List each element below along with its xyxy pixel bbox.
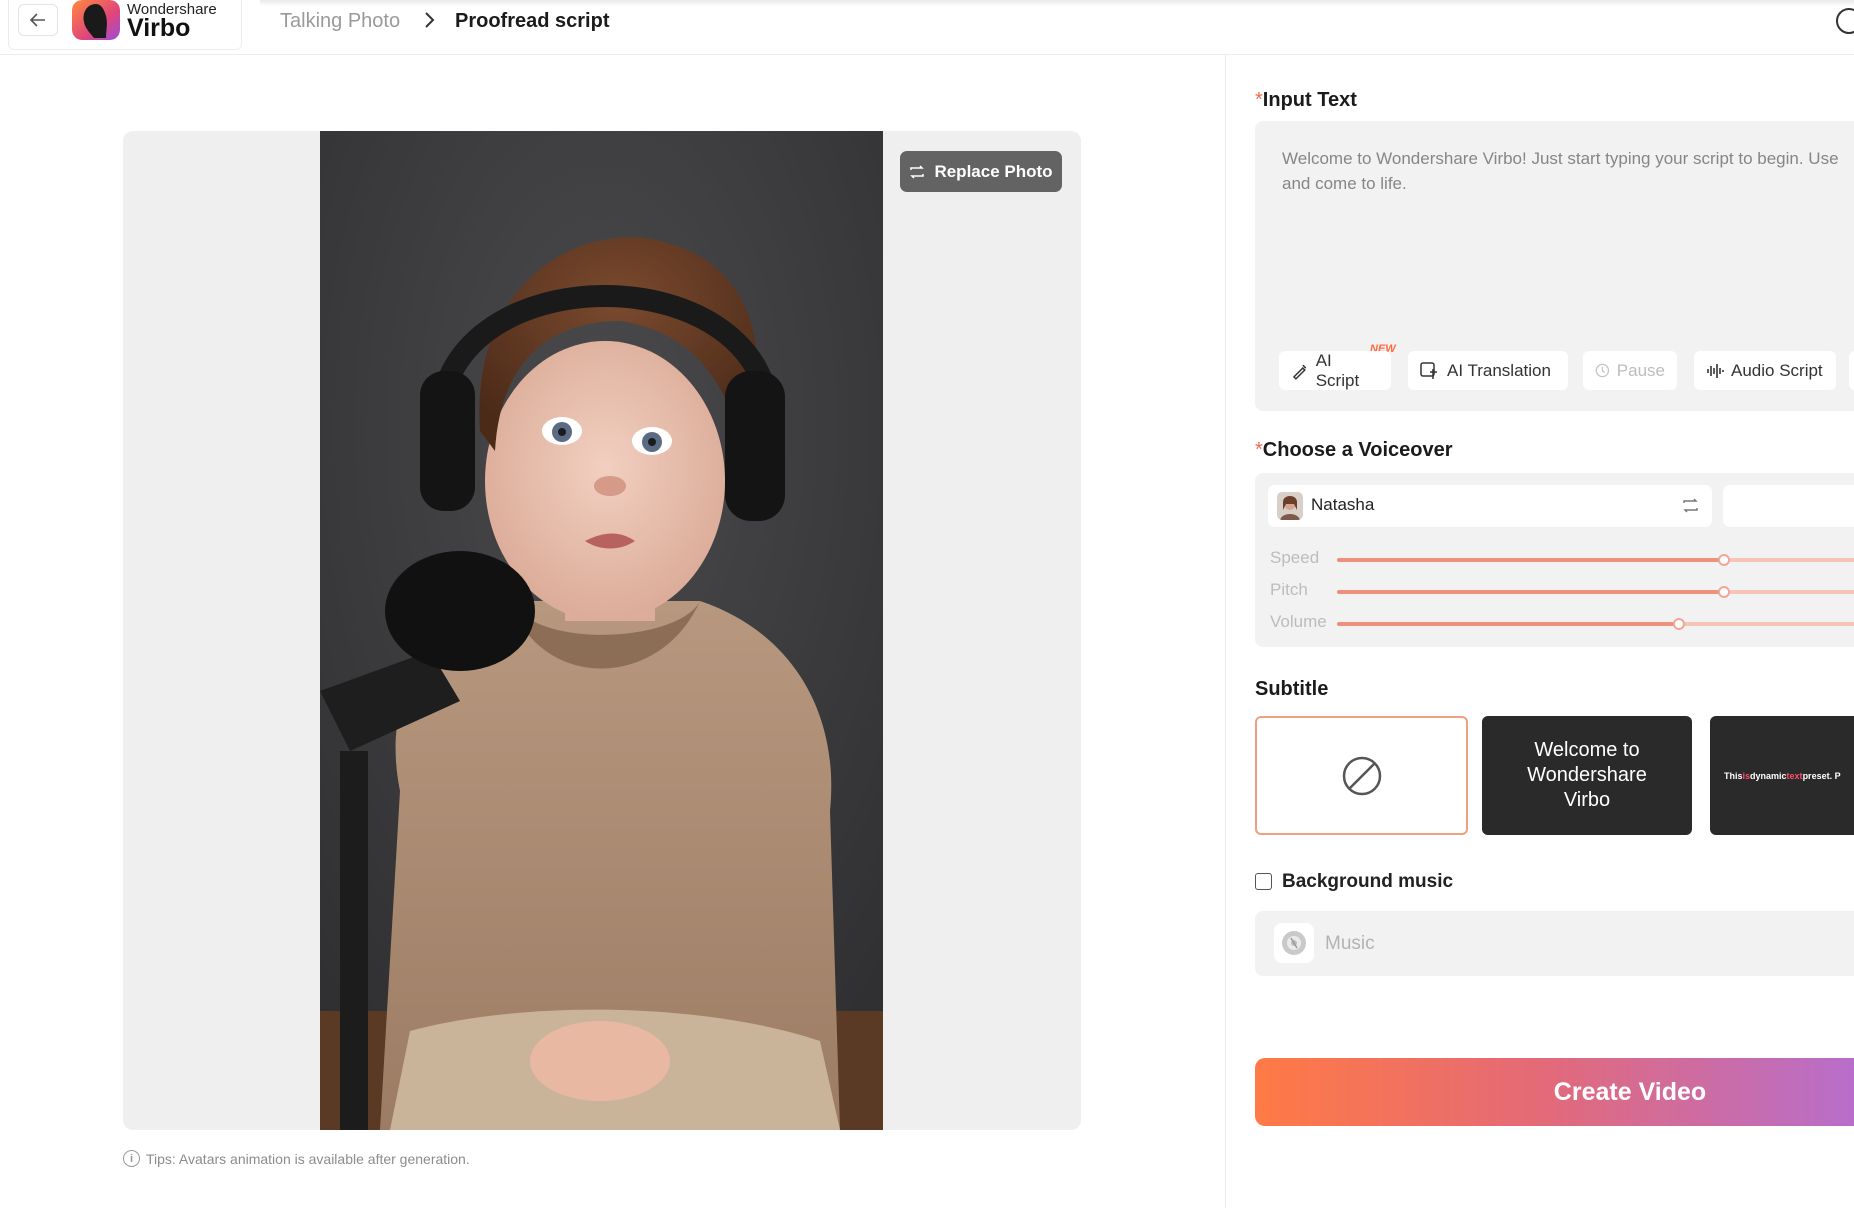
audio-wave-icon xyxy=(1707,363,1724,378)
ai-script-button[interactable]: AI Script xyxy=(1279,351,1391,390)
ai-translation-button[interactable]: AI Translation xyxy=(1408,351,1568,390)
pitch-slider-handle[interactable] xyxy=(1718,586,1730,598)
ai-script-icon xyxy=(1292,364,1307,380)
voice-name: Natasha xyxy=(1311,495,1375,514)
background-music-checkbox[interactable] xyxy=(1255,873,1272,890)
top-bar xyxy=(0,0,1854,55)
replace-photo-label: Replace Photo xyxy=(934,161,1053,181)
tips-label: Tips: Avatars animation is available aft… xyxy=(146,1150,470,1167)
pause-button[interactable]: Pause xyxy=(1583,351,1677,390)
info-icon: i xyxy=(123,1150,140,1167)
translate-icon xyxy=(1420,361,1437,379)
brand-name: Virbo xyxy=(127,14,191,42)
volume-slider-fill xyxy=(1337,622,1679,626)
subtitle-title: Subtitle xyxy=(1255,678,1329,700)
arrow-left-icon xyxy=(30,13,45,27)
voice-option-selector[interactable] xyxy=(1723,485,1854,527)
chevron-right-icon xyxy=(425,12,435,28)
music-placeholder: Music xyxy=(1325,933,1375,954)
more-tools-button[interactable] xyxy=(1849,351,1854,390)
no-subtitle-icon xyxy=(1342,756,1381,795)
change-voice-icon[interactable] xyxy=(1682,497,1699,514)
background-music-label[interactable]: Background music xyxy=(1282,871,1453,893)
breadcrumb-proofread-script: Proofread script xyxy=(455,10,610,32)
input-text-title: *Input Text xyxy=(1255,89,1357,111)
script-placeholder: Welcome to Wondershare Virbo! Just start… xyxy=(1282,149,1839,193)
subtitle-preset-welcome[interactable]: Welcome to Wondershare Virbo xyxy=(1482,716,1692,835)
voice-avatar xyxy=(1277,492,1303,520)
virbo-logo-icon[interactable] xyxy=(72,0,120,40)
pitch-slider-fill xyxy=(1337,590,1724,594)
speed-slider-fill xyxy=(1337,558,1724,562)
speed-slider-label: Speed xyxy=(1270,548,1320,567)
voiceover-title: *Choose a Voiceover xyxy=(1255,439,1453,461)
tips-text: i Tips: Avatars animation is available a… xyxy=(123,1150,470,1167)
subtitle-preset-none[interactable] xyxy=(1255,716,1468,835)
music-disc-icon xyxy=(1274,923,1314,963)
create-video-button[interactable]: Create Video xyxy=(1255,1058,1854,1126)
pitch-slider-label: Pitch xyxy=(1270,580,1308,599)
top-bar-shadow xyxy=(260,0,1854,6)
pause-clock-icon xyxy=(1595,363,1610,378)
swap-icon xyxy=(910,164,925,179)
back-button[interactable] xyxy=(18,4,58,36)
speed-slider-handle[interactable] xyxy=(1718,554,1730,566)
replace-photo-button[interactable]: Replace Photo xyxy=(900,151,1062,192)
subtitle-preset-dynamic[interactable]: This is dynamic text preset. P xyxy=(1710,716,1854,835)
breadcrumb-talking-photo[interactable]: Talking Photo xyxy=(280,10,400,33)
volume-slider-handle[interactable] xyxy=(1673,618,1685,630)
audio-script-button[interactable]: Audio Script xyxy=(1694,351,1836,390)
volume-slider-label: Volume xyxy=(1270,612,1327,631)
panel-divider xyxy=(1225,55,1226,1208)
avatar-photo xyxy=(320,131,883,1130)
